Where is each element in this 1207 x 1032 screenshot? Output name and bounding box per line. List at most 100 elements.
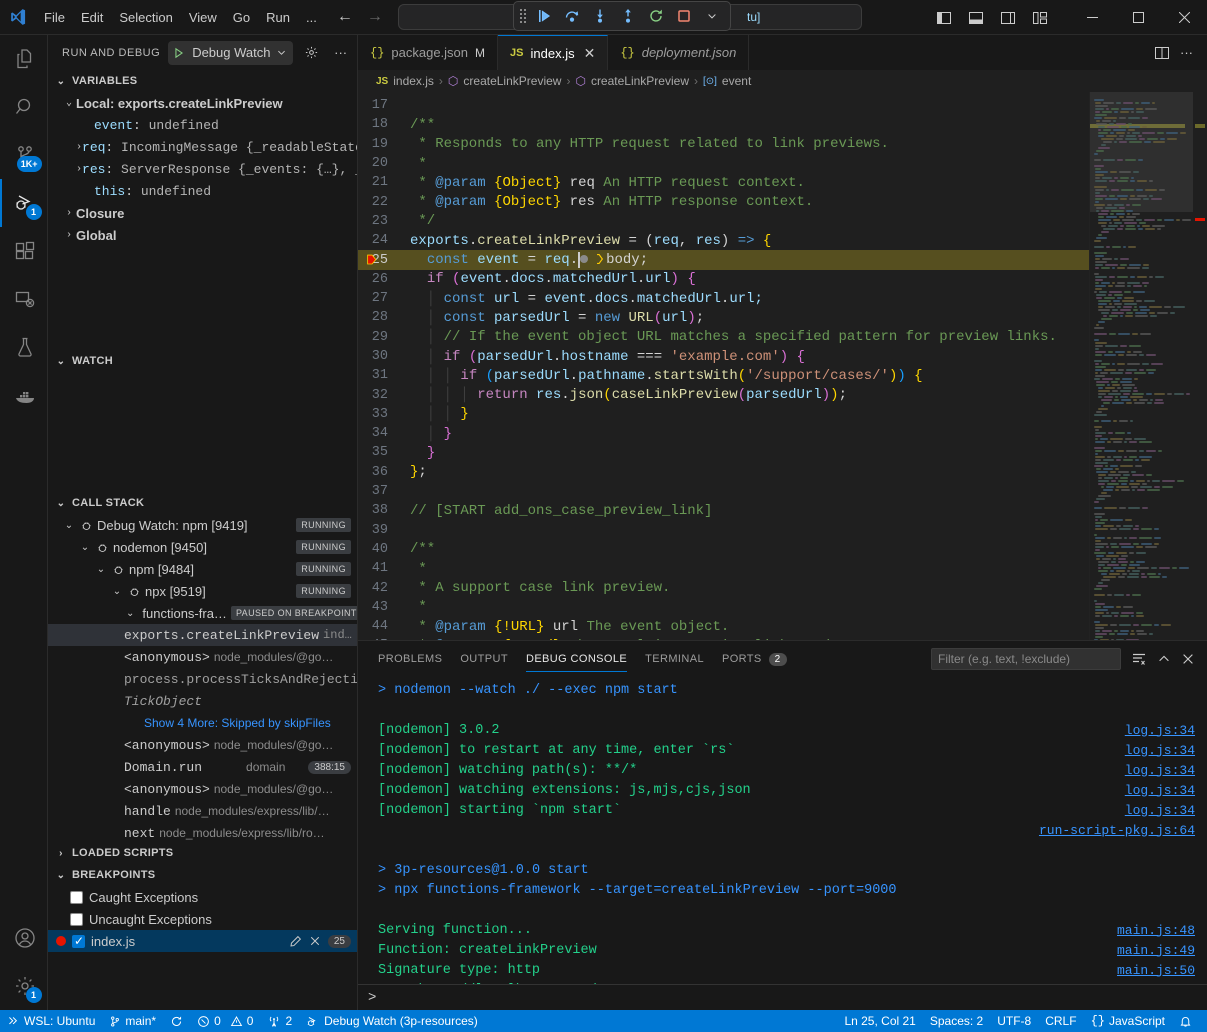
console-source-link[interactable]: run-script-pkg.js:64 (1039, 823, 1195, 838)
breadcrumb-symbol[interactable]: event (722, 74, 751, 88)
tab-output[interactable]: OUTPUT (460, 645, 508, 672)
breadcrumb-file[interactable]: index.js (393, 74, 434, 88)
tab-deployment-json[interactable]: {} deployment.json (608, 35, 749, 70)
status-language-mode[interactable]: {} JavaScript (1084, 1010, 1172, 1032)
activity-extensions[interactable] (0, 227, 48, 275)
console-source-link[interactable]: main.js:48 (1117, 923, 1195, 938)
code-content[interactable]: 17 18/** 19 * Responds to any HTTP reque… (358, 92, 1089, 640)
callstack-frame[interactable]: process.processTicksAndRejections (48, 668, 357, 690)
menu-selection[interactable]: Selection (111, 7, 180, 28)
variable-row[interactable]: event: undefined (48, 114, 357, 136)
tab-ports[interactable]: PORTS2 (722, 645, 787, 673)
callstack-frame[interactable]: <anonymous> node_modules/@go… (48, 646, 357, 668)
continue-button[interactable] (532, 5, 556, 27)
status-branch[interactable]: main* (102, 1010, 163, 1032)
clear-console-icon[interactable] (1131, 651, 1147, 667)
activity-accounts[interactable] (0, 914, 48, 962)
activity-docker[interactable] (0, 371, 48, 419)
code-editor[interactable]: 17 18/** 19 * Responds to any HTTP reque… (358, 92, 1207, 640)
section-variables-header[interactable]: ⌄ VARIABLES (48, 70, 357, 92)
tab-terminal[interactable]: TERMINAL (645, 645, 704, 672)
console-source-link[interactable]: main.js:50 (1117, 963, 1195, 978)
callstack-session[interactable]: ⌄ npm [9484] RUNNING (48, 558, 357, 580)
section-breakpoints-header[interactable]: ⌄ BREAKPOINTS (48, 864, 357, 886)
tab-index-js[interactable]: JS index.js ✕ (498, 35, 608, 70)
console-source-link[interactable]: main.js:51 (1117, 983, 1195, 985)
chevron-down-icon[interactable]: ⌄ (126, 608, 134, 619)
breakpoint-uncaught-exceptions[interactable]: Uncaught Exceptions (48, 908, 357, 930)
status-eol[interactable]: CRLF (1038, 1010, 1083, 1032)
menu-edit[interactable]: Edit (73, 7, 111, 28)
step-into-button[interactable] (588, 5, 612, 27)
console-source-link[interactable]: log.js:34 (1125, 723, 1195, 738)
customize-layout-icon[interactable] (1027, 6, 1053, 30)
toggle-secondary-sidebar-icon[interactable] (995, 6, 1021, 30)
status-sync[interactable] (163, 1010, 190, 1032)
step-over-button[interactable] (560, 5, 584, 27)
callstack-frame[interactable]: exports.createLinkPreview ind… (48, 624, 357, 646)
minimize-button[interactable] (1069, 0, 1115, 35)
chevron-down-icon[interactable]: ⌄ (94, 564, 108, 575)
code-line-breakpoint[interactable]: 25 const event = req.body; (358, 250, 1089, 269)
console-source-link[interactable]: log.js:34 (1125, 783, 1195, 798)
back-arrow-icon[interactable]: ← (337, 9, 353, 25)
chevron-down-icon[interactable]: ⌄ (78, 542, 92, 553)
toggle-panel-icon[interactable] (963, 6, 989, 30)
section-callstack-header[interactable]: ⌄ CALL STACK (48, 492, 357, 514)
callstack-frame[interactable]: TickObject (48, 690, 357, 712)
close-button[interactable] (1161, 0, 1207, 35)
activity-source-control[interactable]: 1K+ (0, 131, 48, 179)
inline-suggest-widget[interactable] (580, 252, 606, 266)
variable-row[interactable]: › res: ServerResponse {_events: {…}, _e… (48, 158, 357, 180)
minimap[interactable] (1089, 92, 1193, 640)
section-loaded-scripts-header[interactable]: › LOADED SCRIPTS (48, 842, 357, 864)
variable-group-global[interactable]: › Global (48, 224, 357, 246)
show-more-link[interactable]: Show 4 More: Skipped by skipFiles (144, 716, 331, 730)
status-remote[interactable]: WSL: Ubuntu (0, 1010, 102, 1032)
close-panel-icon[interactable] (1181, 652, 1195, 666)
status-debug-session[interactable]: Debug Watch (3p-resources) (299, 1010, 485, 1032)
callstack-frame[interactable]: Domain.run domain 388:15 (48, 756, 357, 778)
menu-more[interactable]: ... (298, 7, 325, 28)
split-editor-icon[interactable] (1154, 45, 1170, 61)
launch-config-selector[interactable]: Debug Watch (168, 41, 293, 65)
sidebar-more-actions-icon[interactable]: ··· (330, 42, 351, 64)
restart-button[interactable] (644, 5, 668, 27)
menu-view[interactable]: View (181, 7, 225, 28)
variable-row[interactable]: this: undefined (48, 180, 357, 202)
drag-handle-icon[interactable] (520, 9, 526, 23)
breakpoint-caught-exceptions[interactable]: Caught Exceptions (48, 886, 357, 908)
callstack-frame[interactable]: next node_modules/express/lib/ro… (48, 822, 357, 842)
maximize-button[interactable] (1115, 0, 1161, 35)
tab-problems[interactable]: PROBLEMS (378, 645, 442, 672)
callstack-frame[interactable]: handle node_modules/express/lib/… (48, 800, 357, 822)
variable-group-closure[interactable]: › Closure (48, 202, 357, 224)
status-notifications[interactable] (1172, 1010, 1199, 1032)
checkbox[interactable] (72, 935, 85, 948)
variable-row[interactable]: › req: IncomingMessage {_readableState:… (48, 136, 357, 158)
activity-run-and-debug[interactable]: 1 (0, 179, 48, 227)
console-filter-input[interactable]: Filter (e.g. text, !exclude) (931, 648, 1121, 670)
callstack-session[interactable]: ⌄ npx [9519] RUNNING (48, 580, 357, 602)
tab-close-icon[interactable]: ✕ (584, 45, 596, 62)
chevron-down-icon[interactable]: ⌄ (110, 586, 124, 597)
menu-run[interactable]: Run (258, 7, 298, 28)
console-source-link[interactable]: log.js:34 (1125, 743, 1195, 758)
console-source-link[interactable]: main.js:49 (1117, 943, 1195, 958)
open-launch-json-gear-icon[interactable] (301, 42, 322, 64)
activity-search[interactable] (0, 83, 48, 131)
status-errors[interactable]: 0 0 (190, 1010, 260, 1032)
debug-dropdown-icon[interactable] (700, 5, 724, 27)
console-source-link[interactable]: log.js:34 (1125, 763, 1195, 778)
callstack-show-more[interactable]: Show 4 More: Skipped by skipFiles (48, 712, 357, 734)
maximize-panel-icon[interactable] (1157, 652, 1171, 666)
status-ports[interactable]: 2 (260, 1010, 299, 1032)
forward-arrow-icon[interactable]: → (367, 9, 383, 25)
breakpoint-file[interactable]: index.js 25 (48, 930, 357, 952)
menu-go[interactable]: Go (225, 7, 258, 28)
activity-remote-explorer[interactable] (0, 275, 48, 323)
status-indentation[interactable]: Spaces: 2 (923, 1010, 990, 1032)
status-cursor-position[interactable]: Ln 25, Col 21 (837, 1010, 922, 1032)
tab-debug-console[interactable]: DEBUG CONSOLE (526, 645, 627, 672)
chevron-down-icon[interactable]: ⌄ (62, 520, 76, 531)
